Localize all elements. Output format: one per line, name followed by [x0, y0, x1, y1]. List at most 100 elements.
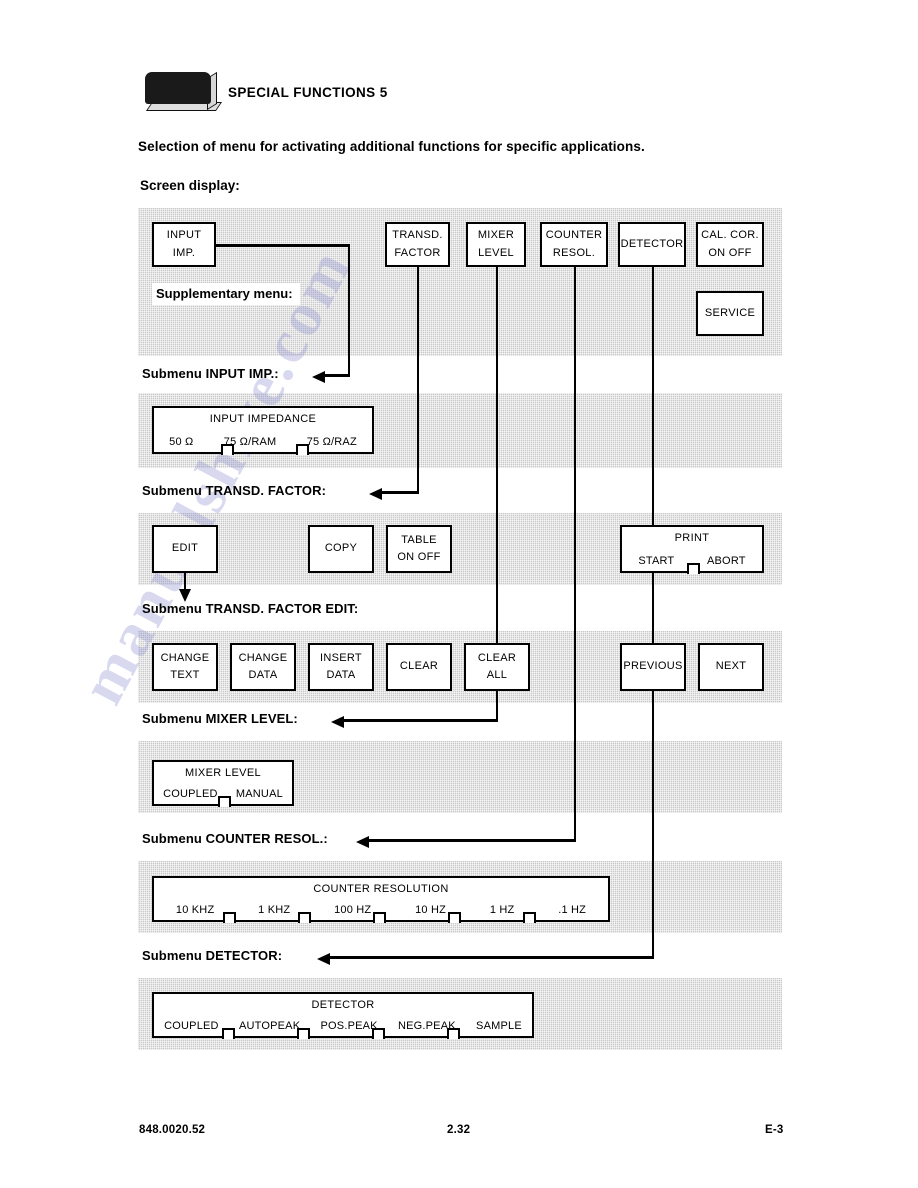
connector-detector-h [330, 956, 654, 959]
menu-key-cal-cor[interactable]: CAL. COR. ON OFF [696, 222, 764, 267]
option-point1-hz[interactable]: .1 HZ [536, 904, 608, 916]
divider-notch [218, 795, 231, 807]
submenu-key-clear-all-line1: CLEAR [477, 651, 517, 664]
arrow-counter-resol [356, 835, 369, 848]
menu-key-transd-factor-line2: FACTOR [394, 246, 441, 259]
divider-notch [222, 1027, 235, 1039]
menu-key-mixer-level-line2: LEVEL [478, 246, 514, 259]
submenu-detector[interactable]: DETECTOR COUPLED AUTOPEAK POS.PEAK NEG.P… [152, 992, 534, 1039]
caption-transd-factor-edit: Submenu TRANSD. FACTOR EDIT: [142, 601, 359, 616]
connector-input-imp-h [214, 244, 350, 247]
connector-transd-v [416, 265, 419, 493]
option-print-start[interactable]: START [622, 555, 691, 567]
submenu-key-change-data[interactable]: CHANGE DATA [230, 643, 296, 691]
submenu-key-table-line1: TABLE [401, 533, 437, 546]
submenu-input-impedance-title: INPUT IMPEDANCE [209, 413, 317, 425]
menu-key-service-line1: SERVICE [704, 306, 756, 319]
submenu-key-clear-label: CLEAR [399, 660, 439, 673]
submenu-key-table-line2: ON OFF [397, 551, 441, 563]
connector-counter-v [573, 265, 576, 841]
submenu-input-impedance[interactable]: INPUT IMPEDANCE 50 Ω 75 Ω/RAM 75 Ω/RAZ [152, 406, 374, 455]
option-mixer-manual[interactable]: MANUAL [227, 788, 292, 800]
submenu-detector-options: COUPLED AUTOPEAK POS.PEAK NEG.PEAK SAMPL… [154, 1020, 532, 1032]
submenu-key-previous-label: PREVIOUS [623, 660, 683, 673]
divider-notch [221, 443, 234, 455]
submenu-key-change-text-line2: TEXT [170, 669, 200, 681]
submenu-key-copy-label: COPY [324, 542, 358, 555]
submenu-key-insert-data-line2: DATA [326, 669, 356, 681]
keypad-chip-icon [145, 71, 223, 111]
footer-section: 2.32 [447, 1124, 471, 1136]
connector-detector-v [651, 265, 654, 958]
divider-notch [298, 911, 311, 923]
submenu-key-previous[interactable]: PREVIOUS [620, 643, 686, 691]
submenu-key-table[interactable]: TABLE ON OFF [386, 525, 452, 573]
submenu-detector-title: DETECTOR [311, 999, 375, 1011]
connector-input-imp-h2 [325, 374, 350, 377]
divider-notch [296, 443, 309, 455]
divider-notch [448, 911, 461, 923]
divider-notch [297, 1027, 310, 1039]
menu-key-input-imp[interactable]: INPUT IMP. [152, 222, 216, 267]
divider-notch [373, 911, 386, 923]
manual-page: manualshive.com SPECIAL FUNCTIONS 5 Sele… [0, 0, 918, 1188]
arrow-input-imp [312, 370, 325, 383]
arrow-transd-factor [369, 487, 382, 500]
submenu-key-copy[interactable]: COPY [308, 525, 374, 573]
menu-key-counter-resol-line1: COUNTER [545, 229, 603, 242]
menu-key-counter-resol[interactable]: COUNTER RESOL. [540, 222, 608, 267]
divider-notch [372, 1027, 385, 1039]
submenu-key-next[interactable]: NEXT [698, 643, 764, 691]
caption-mixer-level: Submenu MIXER LEVEL: [142, 711, 298, 726]
menu-key-service[interactable]: SERVICE [696, 291, 764, 336]
submenu-input-impedance-options: 50 Ω 75 Ω/RAM 75 Ω/RAZ [154, 436, 372, 448]
submenu-print[interactable]: PRINT START ABORT [620, 525, 764, 574]
footer-page: E-3 [765, 1124, 784, 1136]
submenu-key-edit-label: EDIT [171, 542, 199, 555]
menu-key-transd-factor[interactable]: TRANSD. FACTOR [385, 222, 450, 267]
footer-doc-number: 848.0020.52 [139, 1124, 206, 1136]
option-print-abort[interactable]: ABORT [691, 555, 762, 567]
caption-counter-resol: Submenu COUNTER RESOL.: [142, 831, 328, 846]
submenu-key-clear[interactable]: CLEAR [386, 643, 452, 691]
menu-key-cal-cor-line2: ON OFF [708, 246, 752, 259]
submenu-key-change-data-line2: DATA [248, 669, 278, 681]
submenu-counter-resolution-title: COUNTER RESOLUTION [313, 883, 449, 895]
submenu-key-edit[interactable]: EDIT [152, 525, 218, 573]
submenu-key-change-text[interactable]: CHANGE TEXT [152, 643, 218, 691]
menu-key-input-imp-line1: INPUT [166, 229, 202, 242]
divider-notch [223, 911, 236, 923]
arrow-detector [317, 952, 330, 965]
submenu-key-insert-data[interactable]: INSERT DATA [308, 643, 374, 691]
menu-key-transd-factor-line1: TRANSD. [392, 229, 443, 242]
connector-mixer-h [344, 719, 498, 722]
divider-notch [687, 562, 700, 574]
option-50-ohm[interactable]: 50 Ω [154, 436, 209, 448]
arrow-mixer-level [331, 715, 344, 728]
menu-key-mixer-level[interactable]: MIXER LEVEL [466, 222, 526, 267]
submenu-key-clear-all[interactable]: CLEAR ALL [464, 643, 530, 691]
intro-text: Selection of menu for activating additio… [138, 139, 645, 154]
submenu-key-next-label: NEXT [715, 660, 747, 673]
divider-notch [447, 1027, 460, 1039]
caption-detector: Submenu DETECTOR: [142, 948, 283, 963]
menu-key-cal-cor-line1: CAL. COR. [701, 229, 759, 242]
screen-display-label: Screen display: [140, 178, 240, 193]
submenu-counter-resolution[interactable]: COUNTER RESOLUTION 10 KHZ 1 KHZ 100 HZ 1… [152, 876, 610, 923]
caption-transd-factor: Submenu TRANSD. FACTOR: [142, 483, 327, 498]
submenu-mixer-level[interactable]: MIXER LEVEL COUPLED MANUAL [152, 760, 294, 807]
page-title: SPECIAL FUNCTIONS 5 [228, 85, 388, 100]
connector-input-imp-v [347, 244, 350, 376]
option-mixer-coupled[interactable]: COUPLED [154, 788, 227, 800]
option-detector-sample[interactable]: SAMPLE [466, 1020, 532, 1032]
option-detector-coupled[interactable]: COUPLED [154, 1020, 229, 1032]
connector-transd-h [382, 491, 419, 494]
submenu-key-insert-data-line1: INSERT [320, 651, 362, 664]
menu-key-detector[interactable]: DETECTOR [618, 222, 686, 267]
menu-key-mixer-level-line1: MIXER [477, 229, 515, 242]
submenu-key-change-data-line1: CHANGE [238, 651, 288, 664]
connector-counter-h [369, 839, 576, 842]
submenu-mixer-level-title: MIXER LEVEL [185, 767, 261, 779]
submenu-key-clear-all-line2: ALL [486, 669, 508, 681]
menu-key-detector-line1: DETECTOR [620, 237, 684, 250]
